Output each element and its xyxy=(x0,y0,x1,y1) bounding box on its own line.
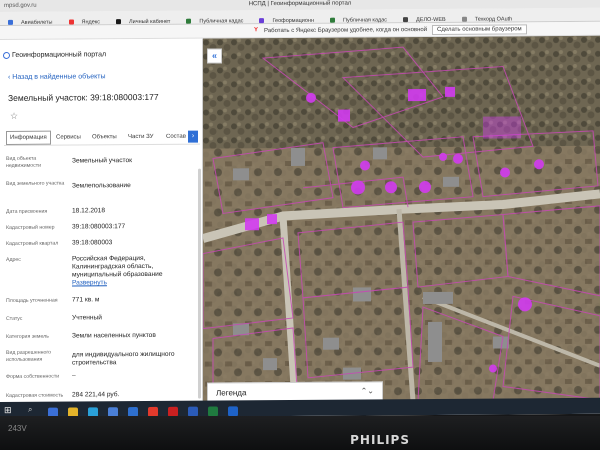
page-title: Земельный участок: 39:18:080003:177 xyxy=(8,91,159,103)
value-cadastral-quarter: 39:18:080003 xyxy=(72,239,113,247)
bookmark-item[interactable]: Яндекс xyxy=(65,15,105,25)
bookmark-favicon-icon xyxy=(116,19,122,25)
value-assign-date: 18.12.2018 xyxy=(72,207,106,215)
value-area: 771 кв. м xyxy=(72,296,100,304)
label-area: Площадь уточненная xyxy=(6,297,58,304)
value-status: Учтенный xyxy=(72,314,102,322)
windows-start-icon[interactable]: ⊞ xyxy=(4,405,12,416)
value-parcel-type: Землепользование xyxy=(72,182,131,190)
label-assign-date: Дата присвоения xyxy=(6,208,48,215)
tab-information[interactable]: Информация xyxy=(6,130,51,145)
info-tabs: Информация Сервисы Объекты Части ЗУ Сост… xyxy=(4,128,200,146)
label-land-category: Категория земель xyxy=(6,333,49,340)
label-status: Статус xyxy=(6,315,23,322)
screen: mpsd.gov.ru НСПД | Геоинформационный пор… xyxy=(0,0,600,418)
bookmark-item[interactable]: Личный кабинет xyxy=(112,15,174,25)
label-object-type: Вид объекта недвижимости xyxy=(6,155,42,169)
back-link-label[interactable]: Назад в найденные объекты xyxy=(12,73,105,81)
satellite-map[interactable]: « Легенда ⌃⌄ xyxy=(203,35,600,403)
bookmark-favicon-icon xyxy=(186,18,192,24)
back-link[interactable]: ‹ Назад в найденные объекты xyxy=(8,73,106,81)
bookmark-item[interactable]: Геоформационн xyxy=(255,14,318,24)
tab-services[interactable]: Сервисы xyxy=(56,134,81,140)
search-icon[interactable]: ⌕ xyxy=(28,405,32,415)
bookmark-favicon-icon xyxy=(461,16,467,22)
value-object-type: Земельный участок xyxy=(72,157,133,165)
label-parcel-type: Вид земельного участка xyxy=(6,180,65,187)
bookmark-item[interactable]: Публичная кадас xyxy=(182,14,247,25)
bookmark-favicon-icon xyxy=(8,19,13,25)
legend-chevron-icon: ⌃⌄ xyxy=(360,386,374,396)
tab-objects[interactable]: Объекты xyxy=(92,134,117,140)
label-permitted-use: Вид разрешенного использования xyxy=(6,349,52,363)
info-panel: Геоинформационный портал ‹ Назад в найде… xyxy=(0,38,203,403)
label-cadastral-number: Кадастровый номер xyxy=(6,224,55,231)
make-default-button[interactable]: Сделать основным браузером xyxy=(432,24,527,35)
bookmark-favicon-icon xyxy=(403,17,409,23)
bookmark-item[interactable]: Техкорд OAuth xyxy=(458,12,517,23)
label-address: Адрес xyxy=(6,256,21,263)
favorite-star-icon[interactable]: ☆ xyxy=(10,111,18,122)
label-ownership: Форма собственности xyxy=(6,373,60,380)
bookmark-item[interactable]: Авиабилеты xyxy=(4,16,57,26)
attribute-list: Вид объекта недвижимости Земельный участ… xyxy=(6,155,200,399)
yandex-default-message: Работать с Яндекс Браузером удобнее, ког… xyxy=(264,27,428,35)
tabs-scroll-right-icon[interactable]: › xyxy=(188,130,198,143)
expand-address-link[interactable]: Развернуть xyxy=(72,279,197,288)
bookmark-favicon-icon xyxy=(330,17,336,23)
panel-scrollbar[interactable] xyxy=(198,168,201,399)
tab-composition[interactable]: Состав xyxy=(166,134,186,140)
collapse-panel-icon[interactable]: « xyxy=(207,48,222,64)
legend-label: Легенда xyxy=(216,388,247,398)
bookmark-favicon-icon xyxy=(68,19,74,25)
monitor-brand-logo: PHILIPS xyxy=(350,433,410,447)
portal-name[interactable]: Геоинформационный портал xyxy=(12,51,106,59)
label-cadastral-quarter: Кадастровый квартал xyxy=(6,240,59,247)
bookmark-item[interactable]: Публичная кадас xyxy=(326,13,391,24)
value-permitted-use: для индивидуального жилищного строительс… xyxy=(72,350,175,367)
value-address: Российская Федерация, Калининградская об… xyxy=(72,254,163,279)
monitor-model-label: 243V xyxy=(8,424,27,433)
outlook-icon[interactable] xyxy=(228,406,238,417)
value-ownership: – xyxy=(72,372,76,380)
value-cadastral-value: 284 221,44 руб. xyxy=(72,391,120,399)
monitor-chin xyxy=(0,416,600,450)
bookmark-item[interactable]: ДЕЛО-WEB xyxy=(399,13,450,23)
value-land-category: Земли населенных пунктов xyxy=(72,331,156,340)
tab-parts[interactable]: Части ЗУ xyxy=(128,134,153,140)
label-cadastral-value: Кадастровая стоимость xyxy=(6,392,64,399)
yandex-logo-icon: Y xyxy=(254,27,259,34)
map-canvas[interactable] xyxy=(203,35,600,403)
value-cadastral-number: 39:18:080003:177 xyxy=(72,223,126,231)
portal-logo-icon xyxy=(3,51,10,59)
bookmark-favicon-icon xyxy=(259,18,265,24)
